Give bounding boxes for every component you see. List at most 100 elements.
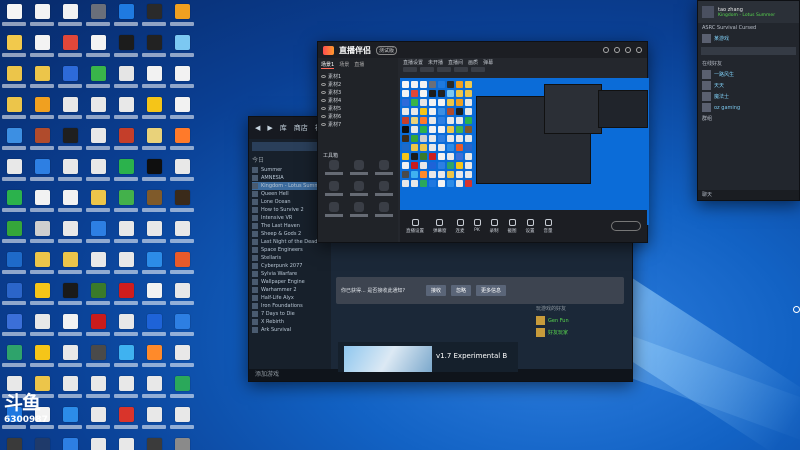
live-bar-item[interactable]: 弹幕 [483,59,493,66]
source-item[interactable]: 素材2 [321,80,395,88]
preview-control[interactable] [437,67,451,72]
game-list-item[interactable]: Space Engineers [252,246,328,254]
desktop-icon[interactable] [86,436,110,450]
desktop-icon[interactable] [2,281,26,312]
desktop-icon[interactable] [86,405,110,436]
tab-live[interactable]: 直播 [354,61,364,69]
update-card[interactable]: v1.7 Experimental B [338,342,518,372]
desktop-icon[interactable] [58,281,82,312]
desktop-icon[interactable] [58,436,82,450]
desktop-icon[interactable] [58,126,82,157]
friend-row[interactable]: 一路风生 [698,69,799,80]
desktop-icon[interactable] [170,33,194,64]
friend-playing-row[interactable]: 好友玩家 [536,328,626,337]
game-list-item[interactable]: Iron Foundations [252,302,328,310]
playing-row[interactable]: 某游戏 [698,33,799,44]
desktop-icon[interactable] [30,343,54,374]
desktop-icon[interactable] [114,33,138,64]
eye-icon[interactable] [321,82,326,86]
toolbox-item[interactable] [321,160,346,175]
desktop-icon[interactable] [58,188,82,219]
game-list-item[interactable]: 7 Days to Die [252,310,328,318]
desktop-icon[interactable] [114,374,138,405]
desktop-icon[interactable] [58,343,82,374]
game-list-item[interactable]: Ark Survival [252,326,328,334]
friend-playing-row[interactable]: Gen Fun [536,316,626,325]
chat-footer[interactable]: 聊天 [698,190,799,200]
desktop-icon[interactable] [2,436,26,450]
toolbox-item[interactable] [346,181,371,196]
desktop-icon[interactable] [114,64,138,95]
user-avatar[interactable] [702,6,714,18]
eye-icon[interactable] [321,114,326,118]
eye-icon[interactable] [321,106,326,110]
desktop-icon[interactable] [142,2,166,33]
desktop-icon[interactable] [58,250,82,281]
desktop-icon[interactable] [86,33,110,64]
desktop-icon[interactable] [86,250,110,281]
desktop-icon[interactable] [170,188,194,219]
online-friends-header[interactable]: 在线好友 [698,58,799,69]
desktop-icon[interactable] [142,250,166,281]
source-item[interactable]: 素材4 [321,96,395,104]
minimize-icon[interactable] [625,47,631,53]
desktop-icon[interactable] [142,312,166,343]
toolbar-button[interactable]: PK [473,219,481,233]
desktop-icon[interactable] [142,405,166,436]
game-list-item[interactable]: Warhammer 2 [252,286,328,294]
eye-icon[interactable] [321,122,326,126]
desktop-icon[interactable] [86,2,110,33]
friends-search-input[interactable] [701,47,796,55]
live-bar-item[interactable]: 未开播 [428,59,443,66]
desktop-icon[interactable] [86,219,110,250]
steam-nav-forward-icon[interactable]: ▶ [267,124,272,132]
groups-header[interactable]: 群组 [698,113,799,124]
desktop-icon[interactable] [86,126,110,157]
desktop-icon[interactable] [114,343,138,374]
game-list-item[interactable]: Half-Life Alyx [252,294,328,302]
notification-ignore-button[interactable]: 忽略 [451,285,472,296]
toolbar-button[interactable]: 设置 [526,218,535,234]
desktop-icon[interactable] [30,188,54,219]
toolbar-button[interactable]: 弹幕窗 [433,218,447,234]
desktop-icon[interactable] [114,405,138,436]
desktop-icon[interactable] [58,64,82,95]
settings-icon[interactable] [614,47,620,53]
desktop-icon[interactable] [170,343,194,374]
desktop-icon[interactable] [2,312,26,343]
desktop-icon[interactable] [114,281,138,312]
desktop-icon[interactable] [86,64,110,95]
desktop-icon[interactable] [30,312,54,343]
friend-row[interactable]: oz gaming [698,102,799,113]
desktop-icon[interactable] [86,312,110,343]
desktop-icon[interactable] [170,126,194,157]
desktop-icon[interactable] [2,33,26,64]
desktop-icon[interactable] [2,219,26,250]
game-list-item[interactable]: Wallpaper Engine [252,278,328,286]
source-item[interactable]: 素材6 [321,112,395,120]
desktop-icon[interactable] [86,343,110,374]
desktop-icon[interactable] [114,95,138,126]
live-bar-item[interactable]: 直播设置 [403,59,423,66]
desktop-icon[interactable] [58,312,82,343]
desktop-icon[interactable] [58,157,82,188]
desktop-icon[interactable] [114,188,138,219]
notification-accept-button[interactable]: 接收 [426,285,447,296]
desktop-icon[interactable] [114,157,138,188]
tab-scene-1[interactable]: 场景1 [321,61,335,69]
live-preview[interactable] [400,78,649,225]
desktop-icon[interactable] [58,2,82,33]
desktop-icon[interactable] [170,157,194,188]
steam-nav-library[interactable]: 库 [280,123,287,133]
desktop-icon[interactable] [170,64,194,95]
friend-row[interactable]: 魔法士 [698,91,799,102]
desktop-icon[interactable] [2,250,26,281]
desktop-icon[interactable] [2,95,26,126]
desktop-icon[interactable] [2,343,26,374]
close-icon[interactable] [636,47,642,53]
desktop-icon[interactable] [170,2,194,33]
desktop-icon[interactable] [58,374,82,405]
desktop-icon[interactable] [142,33,166,64]
toolbar-button[interactable]: 连麦 [456,218,465,234]
steam-nav-back-icon[interactable]: ◀ [255,124,260,132]
